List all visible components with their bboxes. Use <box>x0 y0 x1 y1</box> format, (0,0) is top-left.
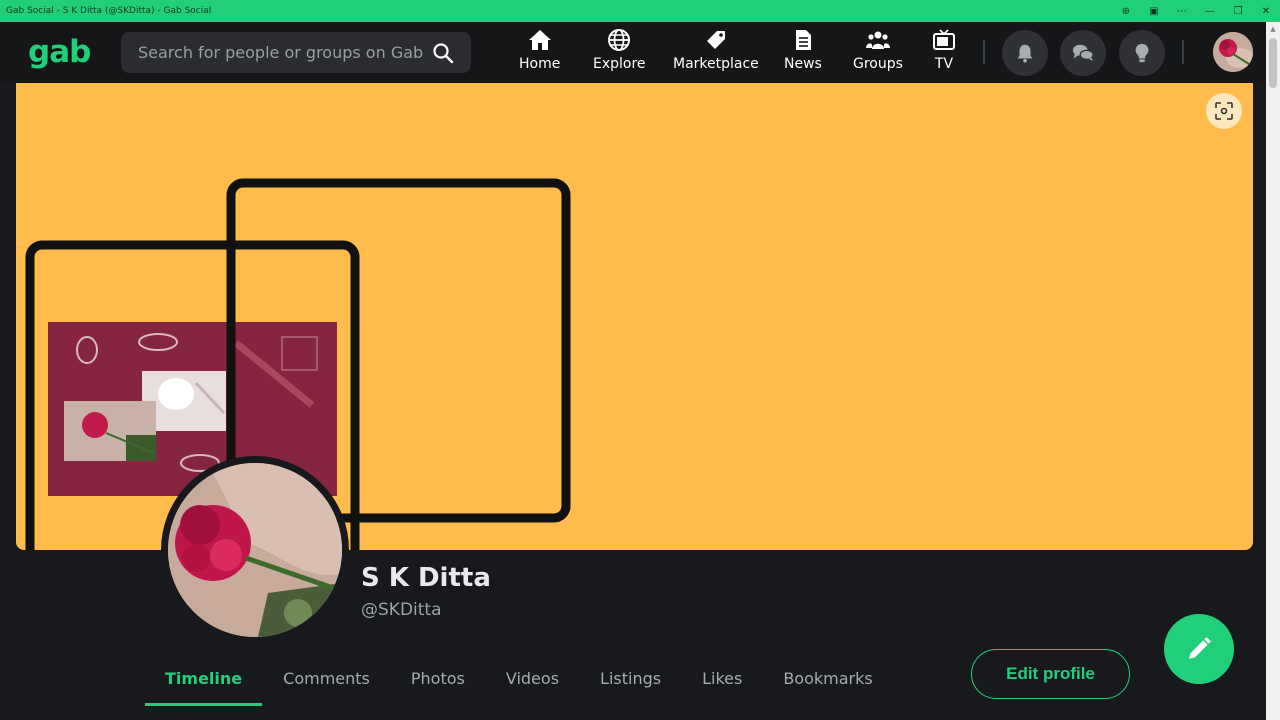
close-icon[interactable]: ✕ <box>1252 0 1280 22</box>
app-icon[interactable]: ▣ <box>1140 0 1168 22</box>
nav-tv-label: TV <box>934 56 954 72</box>
groups-icon <box>865 31 890 49</box>
focus-scan-icon <box>1215 102 1233 120</box>
tab-comments[interactable]: Comments <box>263 650 390 706</box>
nav-tv[interactable]: TV <box>932 28 956 78</box>
tab-timeline[interactable]: Timeline <box>145 650 263 706</box>
nav-explore-label: Explore <box>593 56 646 72</box>
profile-tabs: Timeline Comments Photos Videos Listings… <box>145 650 894 706</box>
cover-focus-button[interactable] <box>1206 93 1242 129</box>
notifications-button[interactable] <box>1002 30 1048 76</box>
home-icon <box>528 30 551 50</box>
profile-name: S K Ditta <box>361 563 491 593</box>
pencil-icon <box>1189 637 1211 659</box>
bell-icon <box>1017 44 1033 63</box>
tab-likes[interactable]: Likes <box>682 650 762 706</box>
gab-logo[interactable]: gab <box>28 34 91 70</box>
tab-photos[interactable]: Photos <box>391 650 485 706</box>
page-scrollbar[interactable]: ▲ <box>1266 22 1280 720</box>
tab-bookmarks[interactable]: Bookmarks <box>763 650 892 706</box>
document-icon <box>795 30 811 50</box>
profile-rose-photo <box>168 463 342 637</box>
tab-listings[interactable]: Listings <box>580 650 681 706</box>
lightbulb-icon <box>1135 43 1149 63</box>
profile-avatar[interactable] <box>161 456 349 644</box>
restore-icon[interactable]: ❐ <box>1224 0 1252 22</box>
nav-news[interactable]: News <box>784 28 822 78</box>
account-avatar[interactable] <box>1213 32 1253 72</box>
window-title: Gab Social - S K Ditta (@SKDitta) - Gab … <box>6 6 212 16</box>
minimize-icon[interactable]: — <box>1196 0 1224 22</box>
globe-icon <box>608 29 631 51</box>
chat-button[interactable] <box>1060 30 1106 76</box>
nav-marketplace-label: Marketplace <box>673 56 759 72</box>
search-input[interactable] <box>121 43 431 62</box>
tab-videos[interactable]: Videos <box>486 650 579 706</box>
chat-icon <box>1072 44 1094 62</box>
nav-groups[interactable]: Groups <box>853 28 903 78</box>
search-box[interactable] <box>121 32 471 73</box>
nav-explore[interactable]: Explore <box>593 28 646 78</box>
nav-separator <box>983 40 985 64</box>
more-icon[interactable]: ⋯ <box>1168 0 1196 22</box>
search-icon[interactable] <box>431 41 455 65</box>
scroll-thumb[interactable] <box>1269 38 1277 88</box>
nav-separator <box>1182 40 1184 64</box>
scroll-up-icon[interactable]: ▲ <box>1266 22 1280 36</box>
window-title-bar: Gab Social - S K Ditta (@SKDitta) - Gab … <box>0 0 1280 22</box>
profile-handle: @SKDitta <box>361 600 442 620</box>
nav-marketplace[interactable]: Marketplace <box>673 28 759 78</box>
nav-home[interactable]: Home <box>519 28 560 78</box>
compose-button[interactable] <box>1164 614 1234 684</box>
zoom-icon[interactable]: ⊕ <box>1112 0 1140 22</box>
nav-groups-label: Groups <box>853 56 903 72</box>
ideas-button[interactable] <box>1119 30 1165 76</box>
top-navbar: gab Home Explore Marketplace News Groups… <box>0 22 1266 83</box>
edit-profile-button[interactable]: Edit profile <box>971 649 1130 699</box>
tag-icon <box>706 31 725 49</box>
tv-icon <box>933 29 955 50</box>
nav-news-label: News <box>784 56 822 72</box>
avatar-rose-image <box>1213 32 1253 72</box>
nav-home-label: Home <box>519 56 561 72</box>
